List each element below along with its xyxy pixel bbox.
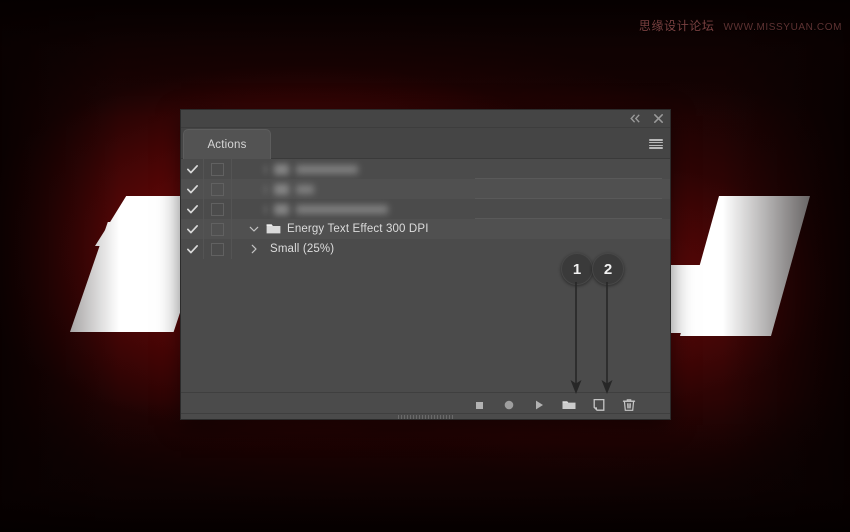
panel-title-bar bbox=[181, 110, 670, 128]
redacted-disclosure-icon bbox=[264, 204, 267, 214]
folder-icon bbox=[266, 223, 281, 235]
panel-tab-row: Actions bbox=[181, 128, 670, 159]
chevron-down-icon[interactable] bbox=[244, 224, 264, 234]
callout-number-2: 2 bbox=[603, 260, 613, 278]
dialog-toggle-box bbox=[211, 162, 224, 176]
table-row[interactable] bbox=[181, 159, 670, 179]
row-content: Energy Text Effect 300 DPI bbox=[232, 219, 670, 239]
panel-resize-grip[interactable] bbox=[181, 413, 670, 419]
checkmark-icon bbox=[186, 224, 198, 234]
redacted-row-label bbox=[296, 204, 388, 214]
redacted-folder-icon bbox=[274, 163, 289, 175]
redacted-row-label bbox=[296, 164, 358, 174]
row-dialog-toggle[interactable] bbox=[204, 159, 232, 179]
checkmark-icon bbox=[186, 164, 198, 174]
redacted-row-label bbox=[296, 184, 314, 194]
checkmark-icon bbox=[186, 244, 198, 254]
tab-actions[interactable]: Actions bbox=[183, 129, 271, 159]
row-content bbox=[232, 199, 670, 219]
watermark-text-url: WWW.MISSYUAN.COM bbox=[723, 22, 842, 33]
row-enable-checkbox[interactable] bbox=[181, 239, 204, 259]
row-enable-checkbox[interactable] bbox=[181, 199, 204, 219]
hamburger-menu-icon[interactable] bbox=[649, 139, 663, 149]
table-row[interactable] bbox=[181, 179, 670, 199]
watermark: 思缘设计论坛 WWW.MISSYUAN.COM bbox=[639, 17, 842, 34]
tab-actions-label: Actions bbox=[207, 138, 247, 151]
callout-bubble-1: 1 bbox=[561, 253, 593, 285]
table-row[interactable]: Energy Text Effect 300 DPI bbox=[181, 219, 670, 239]
dialog-toggle-box bbox=[211, 182, 224, 196]
row-dialog-toggle[interactable] bbox=[204, 239, 232, 259]
row-label: Small (25%) bbox=[270, 243, 335, 255]
redacted-row-content bbox=[264, 163, 358, 175]
row-content bbox=[232, 179, 670, 199]
grip-handle[interactable] bbox=[397, 414, 454, 419]
screenshot-stage: 思缘设计论坛 WWW.MISSYUAN.COM Actions Energy T… bbox=[0, 0, 850, 532]
redacted-row-content bbox=[264, 203, 388, 215]
redacted-folder-icon bbox=[274, 183, 289, 195]
redacted-folder-icon bbox=[274, 203, 289, 215]
chevron-right-icon[interactable] bbox=[244, 244, 264, 254]
row-dialog-toggle[interactable] bbox=[204, 219, 232, 239]
row-dialog-toggle[interactable] bbox=[204, 199, 232, 219]
dialog-toggle-box bbox=[211, 222, 224, 236]
checkmark-icon bbox=[186, 204, 198, 214]
redacted-disclosure-icon bbox=[264, 164, 267, 174]
collapse-to-icons-button[interactable] bbox=[629, 113, 641, 125]
dialog-toggle-box bbox=[211, 202, 224, 216]
row-enable-checkbox[interactable] bbox=[181, 219, 204, 239]
table-row[interactable] bbox=[181, 199, 670, 219]
watermark-text-cn: 思缘设计论坛 bbox=[638, 19, 715, 33]
row-enable-checkbox[interactable] bbox=[181, 159, 204, 179]
redacted-row-content bbox=[264, 183, 314, 195]
callout-arrows bbox=[570, 282, 613, 394]
row-dialog-toggle[interactable] bbox=[204, 179, 232, 199]
row-label: Energy Text Effect 300 DPI bbox=[287, 223, 429, 235]
row-enable-checkbox[interactable] bbox=[181, 179, 204, 199]
checkmark-icon bbox=[186, 184, 198, 194]
close-icon[interactable] bbox=[652, 113, 664, 125]
redacted-disclosure-icon bbox=[264, 184, 267, 194]
callout-number-1: 1 bbox=[572, 260, 582, 278]
row-content bbox=[232, 159, 670, 179]
callout-bubble-2: 2 bbox=[592, 253, 624, 285]
dialog-toggle-box bbox=[211, 242, 224, 256]
